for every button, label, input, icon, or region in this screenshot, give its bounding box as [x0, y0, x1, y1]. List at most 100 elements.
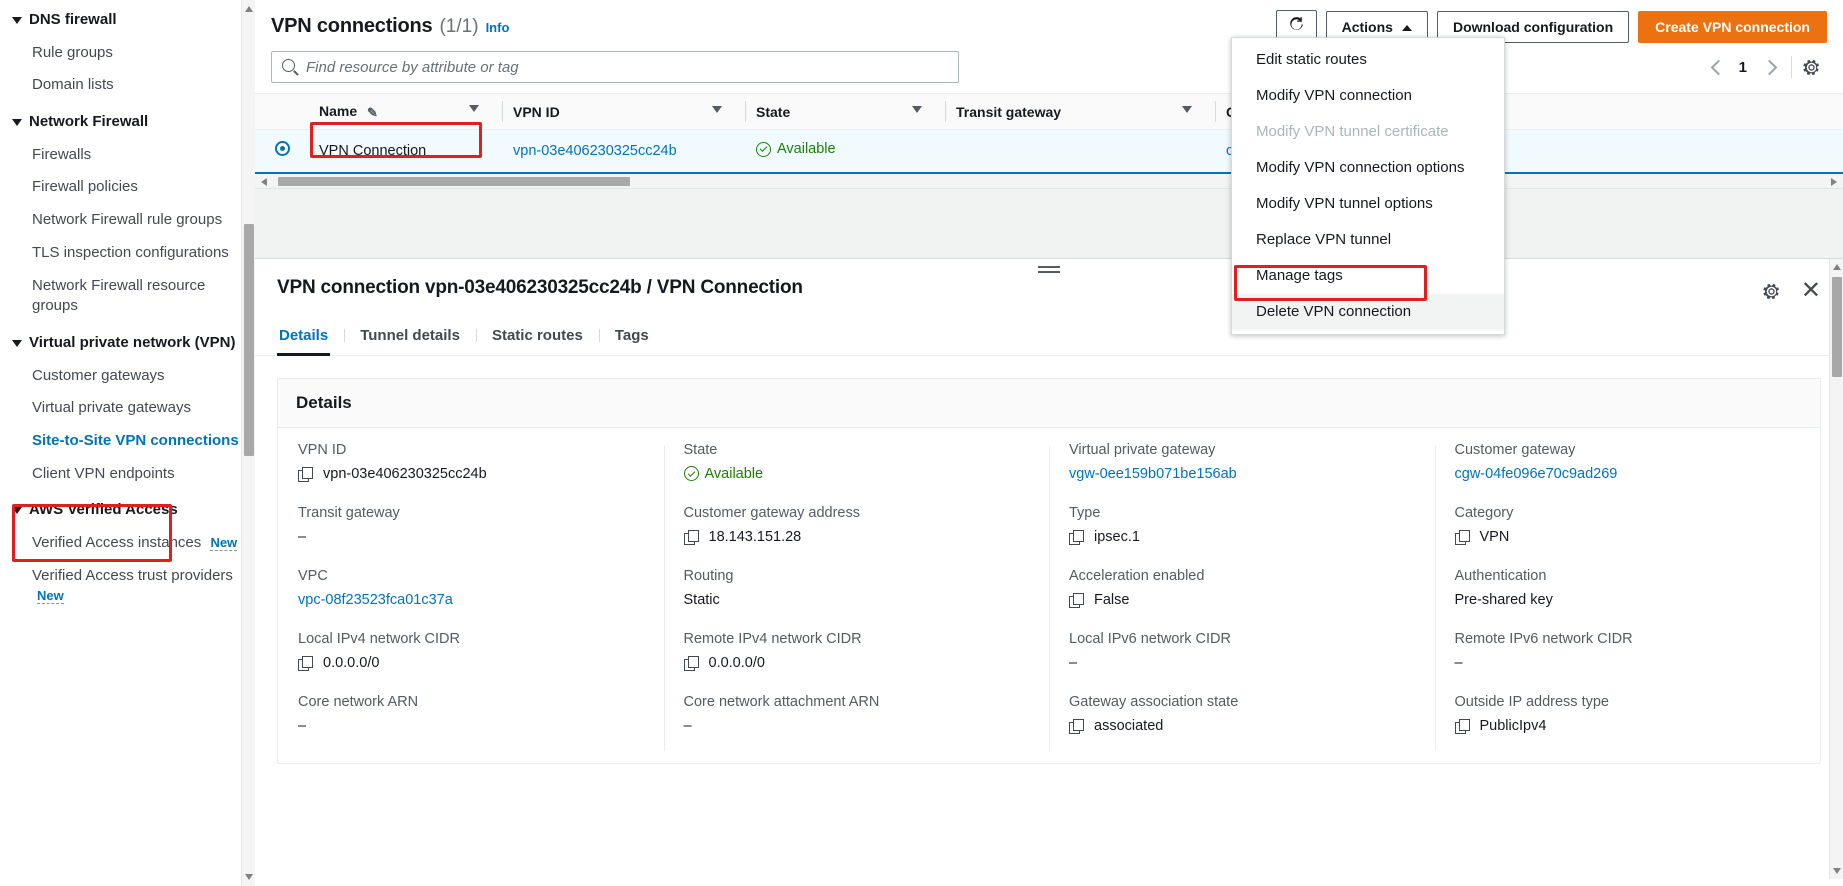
menu-item-delete-vpn-connection[interactable]: Delete VPN connection	[1232, 294, 1504, 330]
tab-static-routes[interactable]: Static routes	[475, 318, 599, 355]
field-value: vpn-03e406230325cc24b	[298, 464, 644, 483]
value-text: associated	[1094, 717, 1164, 734]
menu-item-manage-tags[interactable]: Manage tags	[1232, 258, 1504, 294]
table-settings-gear-icon[interactable]	[1802, 58, 1821, 77]
sidebar-item-verified-access-instances[interactable]: Verified Access instances New	[0, 527, 255, 560]
copy-icon[interactable]	[298, 466, 313, 482]
copy-icon[interactable]	[1069, 529, 1084, 545]
panel-scroll-thumb[interactable]	[1832, 277, 1842, 377]
copy-icon[interactable]	[298, 655, 313, 671]
table-horizontal-scrollbar[interactable]	[255, 173, 1843, 189]
field-remote-ipv6-network-cidr: Remote IPv6 network CIDR –	[1455, 631, 1801, 672]
sidebar-item-virtual-private-gateways[interactable]: Virtual private gateways	[0, 392, 255, 425]
check-circle-icon	[756, 141, 771, 157]
copy-icon[interactable]	[1069, 592, 1084, 608]
field-label: Remote IPv6 network CIDR	[1454, 631, 1633, 647]
nav-group-header-vpn[interactable]: Virtual private network (VPN)	[0, 327, 255, 360]
edit-pencil-icon[interactable]: ✎	[367, 105, 378, 121]
sidebar-item-label: Verified Access trust providers	[32, 566, 233, 584]
search-input[interactable]	[306, 52, 958, 83]
next-page-icon[interactable]	[1759, 56, 1781, 78]
sort-arrow-icon[interactable]	[469, 105, 479, 113]
sidebar-scrollbar[interactable]	[241, 0, 255, 886]
scroll-left-arrow-icon[interactable]	[261, 177, 267, 186]
sidebar-item-verified-access-trust-providers[interactable]: Verified Access trust providers New	[0, 560, 255, 613]
field-category: Category VPN	[1454, 505, 1801, 546]
create-vpn-connection-button[interactable]: Create VPN connection	[1638, 10, 1827, 43]
column-state[interactable]: State	[746, 93, 946, 131]
scroll-up-arrow-icon[interactable]	[245, 6, 253, 12]
sidebar-item-domain-lists[interactable]: Domain lists	[0, 69, 255, 102]
tab-tags[interactable]: Tags	[598, 318, 665, 355]
nav-group-header-aws-verified-access[interactable]: AWS Verified Access	[0, 494, 255, 527]
field-transit-gateway: Transit gateway –	[298, 505, 644, 546]
menu-item-replace-vpn-tunnel[interactable]: Replace VPN tunnel	[1232, 222, 1504, 258]
menu-item-modify-vpn-connection-options[interactable]: Modify VPN connection options	[1232, 150, 1504, 186]
info-link[interactable]: Info	[486, 20, 510, 35]
horizontal-scroll-thumb[interactable]	[278, 176, 630, 186]
panel-settings-gear-icon[interactable]	[1762, 282, 1781, 301]
copy-icon[interactable]	[683, 655, 699, 671]
scroll-down-arrow-icon[interactable]	[1833, 868, 1841, 874]
field-value-link[interactable]: cgw-04fe096e70c9ad269	[1455, 464, 1801, 483]
scroll-right-arrow-icon[interactable]	[1831, 177, 1837, 186]
caret-up-icon	[1401, 24, 1412, 31]
menu-item-modify-vpn-tunnel-options[interactable]: Modify VPN tunnel options	[1232, 186, 1504, 222]
tab-label: Details	[279, 327, 329, 344]
field-value-link[interactable]: vgw-0ee159b071be156ab	[1069, 464, 1415, 483]
detail-panel: VPN connection vpn-03e406230325cc24b / V…	[255, 258, 1843, 879]
sort-arrow-icon[interactable]	[912, 105, 922, 113]
detail-tabs: Details Tunnel details Static routes Tag…	[255, 318, 1843, 356]
nav-group-header-dns-firewall[interactable]: DNS firewall	[0, 4, 255, 37]
close-panel-icon[interactable]: ✕	[1801, 279, 1821, 303]
scroll-up-arrow-icon[interactable]	[1833, 264, 1841, 270]
page-number[interactable]: 1	[1730, 59, 1756, 76]
details-grid: VPN ID vpn-03e406230325cc24b Transit gat…	[278, 428, 1820, 763]
sort-arrow-icon[interactable]	[1182, 105, 1192, 113]
row-radio-selected[interactable]	[274, 141, 290, 157]
sidebar-item-client-vpn-endpoints[interactable]: Client VPN endpoints	[0, 458, 255, 491]
sidebar-item-firewall-policies[interactable]: Firewall policies	[0, 171, 255, 204]
sidebar-scroll-thumb[interactable]	[244, 224, 254, 456]
column-name[interactable]: Name ✎	[309, 93, 503, 131]
sidebar-item-network-firewall-rule-groups[interactable]: Network Firewall rule groups	[0, 204, 255, 237]
sidebar-item-rule-groups[interactable]: Rule groups	[0, 37, 255, 70]
nav-group-header-network-firewall[interactable]: Network Firewall	[0, 106, 255, 139]
field-virtual-private-gateway: Virtual private gateway vgw-0ee159b071be…	[1069, 442, 1415, 483]
field-value: 0.0.0.0/0	[683, 653, 1030, 672]
scroll-down-arrow-icon[interactable]	[245, 874, 253, 880]
field-label: Customer gateway address	[683, 505, 861, 521]
copy-icon[interactable]	[683, 529, 699, 545]
copy-icon[interactable]	[1454, 529, 1470, 545]
aws-vpc-console: DNS firewall Rule groups Domain lists Ne…	[0, 0, 1843, 886]
sidebar-item-tls-inspection-configurations[interactable]: TLS inspection configurations	[0, 237, 255, 270]
search-icon	[282, 59, 295, 73]
menu-item-edit-static-routes[interactable]: Edit static routes	[1232, 42, 1504, 78]
sidebar-item-network-firewall-resource-groups[interactable]: Network Firewall resource groups	[0, 270, 255, 323]
panel-scrollbar[interactable]	[1829, 259, 1843, 879]
field-remote-ipv4-network-cidr: Remote IPv4 network CIDR 0.0.0.0/0	[683, 631, 1030, 672]
column-transit-gateway[interactable]: Transit gateway	[946, 93, 1216, 131]
tab-details[interactable]: Details	[277, 318, 344, 356]
sidebar-item-customer-gateways[interactable]: Customer gateways	[0, 360, 255, 393]
copy-icon[interactable]	[1069, 718, 1084, 734]
table-row[interactable]: VPN Connection vpn-03e406230325cc24b Ava…	[255, 129, 1843, 174]
sidebar-item-site-to-site-vpn-connections[interactable]: Site-to-Site VPN connections	[0, 425, 255, 458]
search-box[interactable]	[271, 51, 959, 84]
resource-count: (1/1)	[439, 16, 479, 38]
tab-tunnel-details[interactable]: Tunnel details	[344, 318, 476, 355]
sort-arrow-icon[interactable]	[712, 105, 722, 113]
field-value: 0.0.0.0/0	[298, 653, 644, 672]
copy-icon[interactable]	[1454, 718, 1470, 734]
row-select-cell[interactable]	[255, 129, 309, 174]
panel-resize-handle[interactable]	[1036, 263, 1062, 277]
sidebar-item-firewalls[interactable]: Firewalls	[0, 139, 255, 172]
nav-group-label: AWS Verified Access	[29, 501, 178, 519]
menu-item-modify-vpn-connection[interactable]: Modify VPN connection	[1232, 78, 1504, 114]
check-circle-icon	[683, 466, 699, 481]
field-value-link[interactable]: vpc-08f23523fca01c37a	[298, 590, 644, 609]
cell-state: Available	[746, 129, 946, 174]
cell-vpn-id[interactable]: vpn-03e406230325cc24b	[503, 129, 746, 174]
column-vpn-id[interactable]: VPN ID	[503, 93, 746, 131]
previous-page-icon[interactable]	[1705, 56, 1727, 78]
